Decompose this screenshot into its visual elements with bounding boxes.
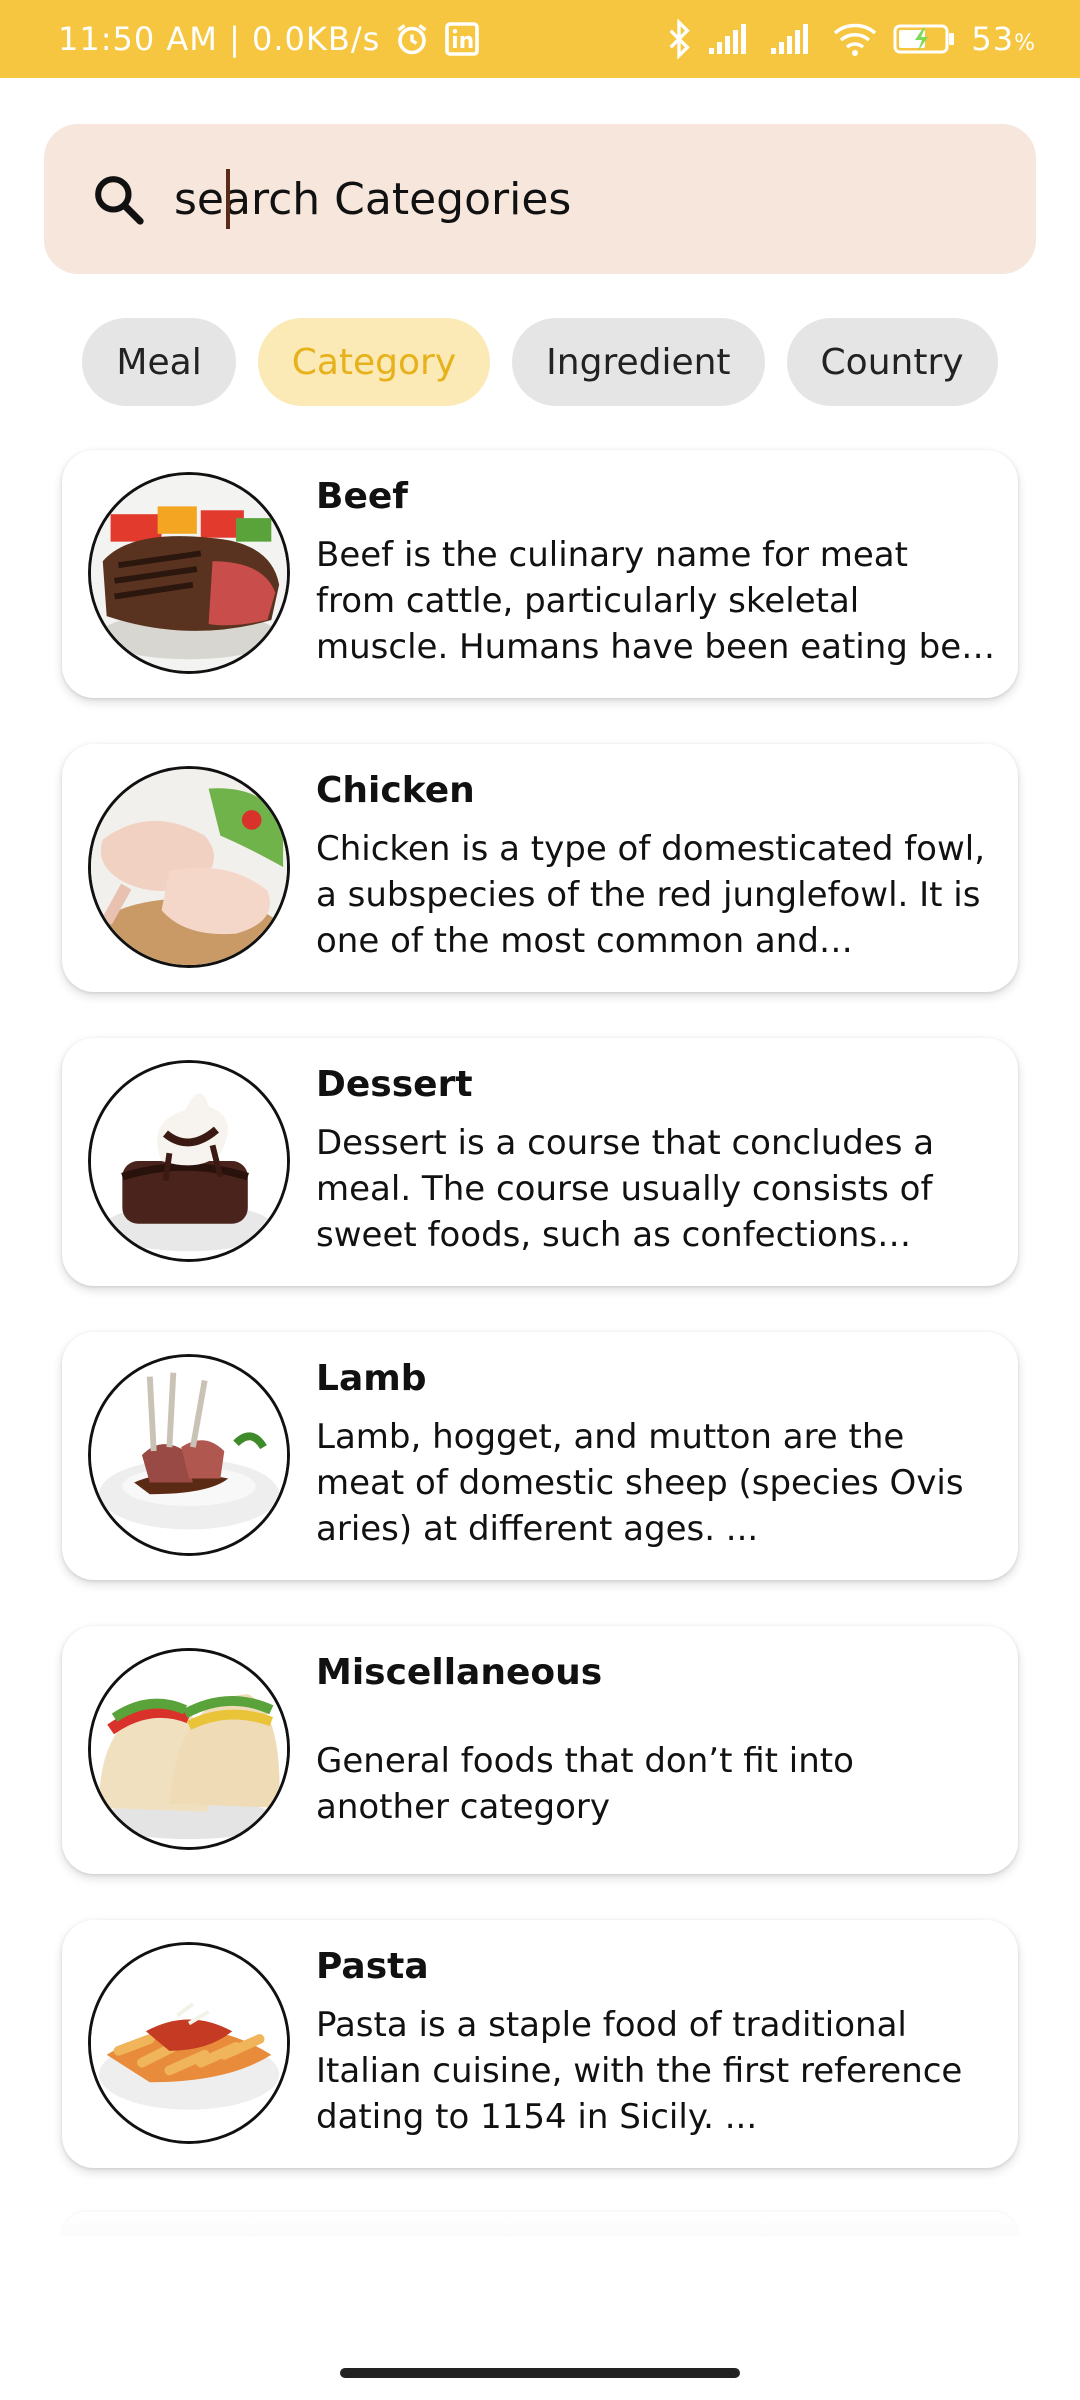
battery-level: 53% bbox=[971, 20, 1036, 58]
category-description: Beef is the culinary name for meat from … bbox=[316, 535, 995, 667]
status-bar: 11:50 AM | 0.0KB/s 53% bbox=[0, 0, 1080, 78]
lamb-image bbox=[88, 1354, 290, 1556]
category-list: Beef Beef is the culinary name for meat … bbox=[62, 450, 1018, 2214]
status-right: 53% bbox=[665, 19, 1036, 59]
miscellaneous-image bbox=[88, 1648, 290, 1850]
category-title: Miscellaneous bbox=[316, 1652, 603, 1693]
search-icon bbox=[90, 169, 150, 229]
status-left: 11:50 AM | 0.0KB/s bbox=[58, 20, 480, 58]
filter-chips: Meal Category Ingredient Country bbox=[0, 318, 1080, 406]
beef-image bbox=[88, 472, 290, 674]
category-description: General foods that don’t fit into anothe… bbox=[316, 1741, 854, 1827]
category-title: Dessert bbox=[316, 1064, 473, 1105]
chicken-image bbox=[88, 766, 290, 968]
category-description: Chicken is a type of domesticated fowl, … bbox=[316, 829, 986, 961]
linkedin-icon bbox=[444, 21, 480, 57]
chip-country[interactable]: Country bbox=[786, 318, 998, 406]
category-description: Dessert is a course that concludes a mea… bbox=[316, 1123, 935, 1255]
alarm-icon bbox=[394, 21, 430, 57]
next-category-card bbox=[62, 2212, 1018, 2236]
category-title: Lamb bbox=[316, 1358, 427, 1399]
battery-icon bbox=[893, 22, 957, 56]
category-description: Pasta is a staple food of traditional It… bbox=[316, 2005, 963, 2137]
category-card-dessert[interactable]: Dessert Dessert is a course that conclud… bbox=[62, 1038, 1018, 1286]
wifi-icon bbox=[831, 21, 879, 57]
category-card-beef[interactable]: Beef Beef is the culinary name for meat … bbox=[62, 450, 1018, 698]
chip-ingredient[interactable]: Ingredient bbox=[512, 318, 765, 406]
category-card-pasta[interactable]: Pasta Pasta is a staple food of traditio… bbox=[62, 1920, 1018, 2168]
category-title: Chicken bbox=[316, 770, 475, 811]
search-bar[interactable] bbox=[44, 124, 1036, 274]
chip-meal[interactable]: Meal bbox=[82, 318, 236, 406]
chip-ingredient-label: Ingredient bbox=[546, 341, 731, 383]
chip-category-label: Category bbox=[291, 341, 457, 383]
signal-icon bbox=[769, 22, 817, 56]
pasta-image bbox=[88, 1942, 290, 2144]
category-card-miscellaneous[interactable]: Miscellaneous General foods that don’t f… bbox=[62, 1626, 1018, 1874]
chip-meal-label: Meal bbox=[116, 341, 202, 383]
category-card-lamb[interactable]: Lamb Lamb, hogget, and mutton are the me… bbox=[62, 1332, 1018, 1580]
category-title: Pasta bbox=[316, 1946, 429, 1987]
category-description: Lamb, hogget, and mutton are the meat of… bbox=[316, 1417, 964, 1549]
status-time: 11:50 AM | 0.0KB/s bbox=[58, 20, 381, 58]
bluetooth-icon bbox=[665, 19, 693, 59]
category-title: Beef bbox=[316, 476, 408, 517]
search-input[interactable] bbox=[174, 173, 974, 225]
text-cursor bbox=[226, 169, 230, 229]
category-card-chicken[interactable]: Chicken Chicken is a type of domesticate… bbox=[62, 744, 1018, 992]
chip-country-label: Country bbox=[820, 341, 964, 383]
dessert-image bbox=[88, 1060, 290, 1262]
signal-icon bbox=[707, 22, 755, 56]
gesture-nav-handle[interactable] bbox=[340, 2368, 740, 2378]
chip-category[interactable]: Category bbox=[257, 318, 491, 406]
